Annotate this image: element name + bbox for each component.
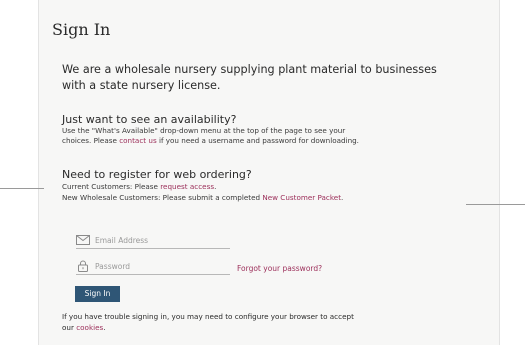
right-divider	[466, 204, 525, 205]
page-title: Sign In	[52, 20, 111, 39]
password-input[interactable]	[95, 261, 221, 271]
envelope-icon	[76, 234, 90, 246]
request-access-link[interactable]: request access	[160, 182, 214, 191]
sign-in-button[interactable]: Sign In	[75, 286, 120, 302]
intro-text: We are a wholesale nursery supplying pla…	[62, 63, 437, 92]
new-customer-packet-link[interactable]: New Customer Packet	[262, 193, 341, 202]
availability-text-line2: choices. Please contact us if you need a…	[62, 136, 359, 145]
email-field[interactable]	[76, 232, 230, 249]
trouble-text: If you have trouble signing in, you may …	[62, 312, 354, 332]
left-divider	[0, 188, 44, 189]
email-input[interactable]	[95, 235, 221, 245]
new-customers-text: New Wholesale Customers: Please submit a…	[62, 193, 344, 202]
forgot-password-link[interactable]: Forgot your password?	[237, 264, 322, 273]
lock-icon	[76, 260, 90, 272]
availability-text-line1: Use the "What's Available" drop-down men…	[62, 126, 346, 135]
current-customers-text: Current Customers: Please request access…	[62, 182, 217, 191]
register-heading: Need to register for web ordering?	[62, 168, 252, 181]
contact-us-link[interactable]: contact us	[119, 136, 156, 145]
availability-heading: Just want to see an availability?	[62, 113, 237, 126]
cookies-link[interactable]: cookies	[76, 323, 103, 332]
password-field[interactable]	[76, 258, 230, 275]
